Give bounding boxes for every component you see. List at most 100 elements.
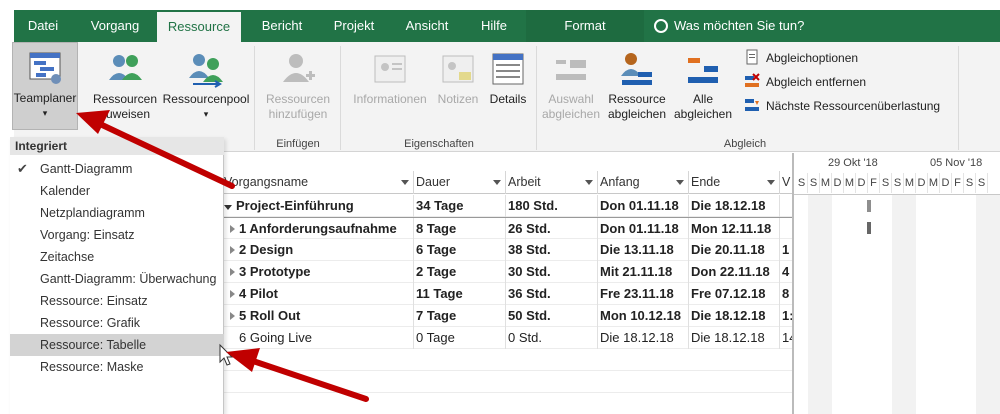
ressourcen-hinzufuegen-button[interactable]: Ressourcen hinzufügen	[260, 50, 336, 122]
expand-triangle-icon[interactable]	[230, 225, 235, 233]
col-header-dauer[interactable]: Dauer	[414, 171, 506, 194]
table-row[interactable]: 3 Prototype 2 Tage 30 Std. Mit 21.11.18 …	[222, 261, 794, 283]
menu-item-netzplandiagramm[interactable]: Netzplandiagramm	[10, 202, 224, 224]
abgleich-group-label: Abgleich	[723, 138, 767, 150]
cell-ende: Don 22.11.18	[689, 261, 780, 283]
alle-abgleichen-label-2: abgleichen	[673, 107, 733, 121]
menu-item-kalender[interactable]: Kalender	[10, 180, 224, 202]
cell-dauer: 8 Tage	[414, 218, 506, 240]
chevron-down-icon[interactable]	[585, 180, 593, 185]
tab-hilfe[interactable]: Hilfe	[468, 10, 520, 42]
col-header-arbeit[interactable]: Arbeit	[506, 171, 598, 194]
notizen-button[interactable]: Notizen	[432, 50, 484, 107]
chevron-down-icon[interactable]	[401, 180, 409, 185]
tab-vorgang[interactable]: Vorgang	[80, 10, 150, 42]
table-row[interactable]: 2 Design 6 Tage 38 Std. Die 13.11.18 Die…	[222, 239, 794, 261]
auswahl-abgleichen-label-2: abgleichen	[541, 107, 601, 121]
notes-icon	[439, 50, 477, 88]
ressourcen-zuweisen-button[interactable]: Ressourcen zuweisen	[90, 50, 160, 122]
menu-item-vorgang-einsatz[interactable]: Vorgang: Einsatz	[10, 224, 224, 246]
day-label: F	[952, 173, 964, 193]
ressourcenpool-button[interactable]: Ressourcenpool ▾	[160, 50, 252, 122]
task-bar-start[interactable]	[867, 222, 871, 234]
menu-item-ressource-grafik[interactable]: Ressource: Grafik	[10, 312, 224, 334]
abgleichoptionen-button[interactable]: Abgleichoptionen	[744, 48, 858, 68]
abgleich-entfernen-button[interactable]: Abgleich entfernen	[744, 72, 866, 92]
tab-bericht[interactable]: Bericht	[250, 10, 314, 42]
auswahl-abgleichen-button[interactable]: Auswahl abgleichen	[540, 50, 602, 122]
table-row[interactable]: Project-Einführung 34 Tage 180 Std. Don …	[222, 195, 794, 217]
tab-projekt[interactable]: Projekt	[322, 10, 386, 42]
weekend-shading	[892, 195, 916, 414]
table-row[interactable]: 6 Going Live 0 Tage 0 Std. Die 18.12.18 …	[222, 327, 794, 349]
table-row[interactable]: 4 Pilot 11 Tage 36 Std. Fre 23.11.18 Fre…	[222, 283, 794, 305]
menu-item-ressource-tabelle[interactable]: Ressource: Tabelle	[10, 334, 224, 356]
table-row[interactable]	[222, 371, 794, 393]
naechste-ueberlastung-button[interactable]: Nächste Ressourcenüberlastung	[744, 96, 940, 116]
col-header-vorgangsname[interactable]: Vorgangsname	[222, 171, 414, 194]
cell-anfang: Fre 23.11.18	[598, 283, 689, 305]
alle-abgleichen-button[interactable]: Alle abgleichen	[670, 50, 736, 122]
tab-datei[interactable]: Datei	[14, 10, 72, 42]
col-header-ende[interactable]: Ende	[689, 171, 780, 194]
ressourcen-hinzufuegen-label-2: hinzufügen	[268, 107, 328, 121]
cell-anfang: Don 01.11.18	[598, 195, 689, 217]
cell-name: Project-Einführung	[222, 195, 414, 217]
cell-dauer: 0 Tage	[414, 327, 506, 349]
tell-me-search[interactable]: Was möchten Sie tun?	[654, 10, 804, 42]
task-name: 3 Prototype	[239, 264, 311, 279]
summary-bar-start[interactable]	[867, 200, 871, 212]
ressource-abgleichen-button[interactable]: Ressource abgleichen	[604, 50, 670, 122]
table-row[interactable]: 5 Roll Out 7 Tage 50 Std. Mon 10.12.18 D…	[222, 305, 794, 327]
auswahl-abgleichen-label-1: Auswahl	[548, 92, 594, 106]
menu-item-ressource-einsatz[interactable]: Ressource: Einsatz	[10, 290, 224, 312]
expand-triangle-icon[interactable]	[230, 312, 235, 320]
tab-ansicht[interactable]: Ansicht	[394, 10, 460, 42]
cell-ende: Die 18.12.18	[689, 195, 780, 217]
cell-arbeit: 30 Std.	[506, 261, 598, 283]
team-planner-icon	[26, 49, 64, 87]
day-label: S	[964, 173, 976, 193]
chevron-down-icon[interactable]	[767, 180, 775, 185]
cell-arbeit: 38 Std.	[506, 239, 598, 261]
group-separator	[340, 46, 341, 150]
teamplaner-button[interactable]: Teamplaner ▾	[12, 42, 78, 130]
table-row[interactable]	[222, 349, 794, 371]
menu-item-gantt-ueberwachung[interactable]: Gantt-Diagramm: Überwachung	[10, 268, 224, 290]
cell-name: 1 Anforderungsaufnahme	[222, 218, 414, 240]
menu-item-gantt-diagramm[interactable]: ✔ Gantt-Diagramm	[10, 158, 224, 180]
col-header-label: Anfang	[600, 175, 640, 189]
table-row[interactable]: 1 Anforderungsaufnahme 8 Tage 26 Std. Do…	[222, 217, 794, 240]
check-icon: ✔	[17, 161, 28, 176]
expand-triangle-icon[interactable]	[230, 246, 235, 254]
chevron-down-icon[interactable]	[676, 180, 684, 185]
cell-arbeit: 26 Std.	[506, 218, 598, 240]
level-resource-icon	[618, 50, 656, 88]
day-label: S	[880, 173, 892, 193]
chevron-down-icon[interactable]	[493, 180, 501, 185]
col-header-anfang[interactable]: Anfang	[598, 171, 689, 194]
informationen-button[interactable]: Informationen	[344, 50, 436, 107]
tab-format[interactable]: Format	[526, 10, 644, 42]
menu-item-ressource-maske[interactable]: Ressource: Maske	[10, 356, 224, 378]
ressourcen-zuweisen-label-2: zuweisen	[99, 107, 151, 121]
cell-anfang: Die 13.11.18	[598, 239, 689, 261]
details-button[interactable]: Details	[484, 50, 532, 107]
expand-triangle-icon[interactable]	[230, 290, 235, 298]
gantt-chart[interactable]: 29 Okt '18 05 Nov '18 S S M D M D F S S …	[792, 153, 1000, 414]
weekend-shading	[808, 195, 832, 414]
col-header-label: Arbeit	[508, 175, 541, 189]
expand-triangle-icon[interactable]	[230, 268, 235, 276]
next-overallocation-icon	[744, 97, 760, 113]
cell-name: 4 Pilot	[222, 283, 414, 305]
day-label: M	[904, 173, 916, 193]
collapse-triangle-icon[interactable]	[224, 205, 232, 210]
menu-item-label: Vorgang: Einsatz	[40, 228, 135, 242]
chevron-down-icon: ▾	[42, 108, 48, 118]
group-separator	[536, 46, 537, 150]
assign-resources-icon	[106, 50, 144, 88]
menu-item-zeitachse[interactable]: Zeitachse	[10, 246, 224, 268]
informationen-label: Informationen	[353, 92, 427, 106]
day-label: S	[892, 173, 904, 193]
tab-ressource[interactable]: Ressource	[157, 12, 241, 42]
